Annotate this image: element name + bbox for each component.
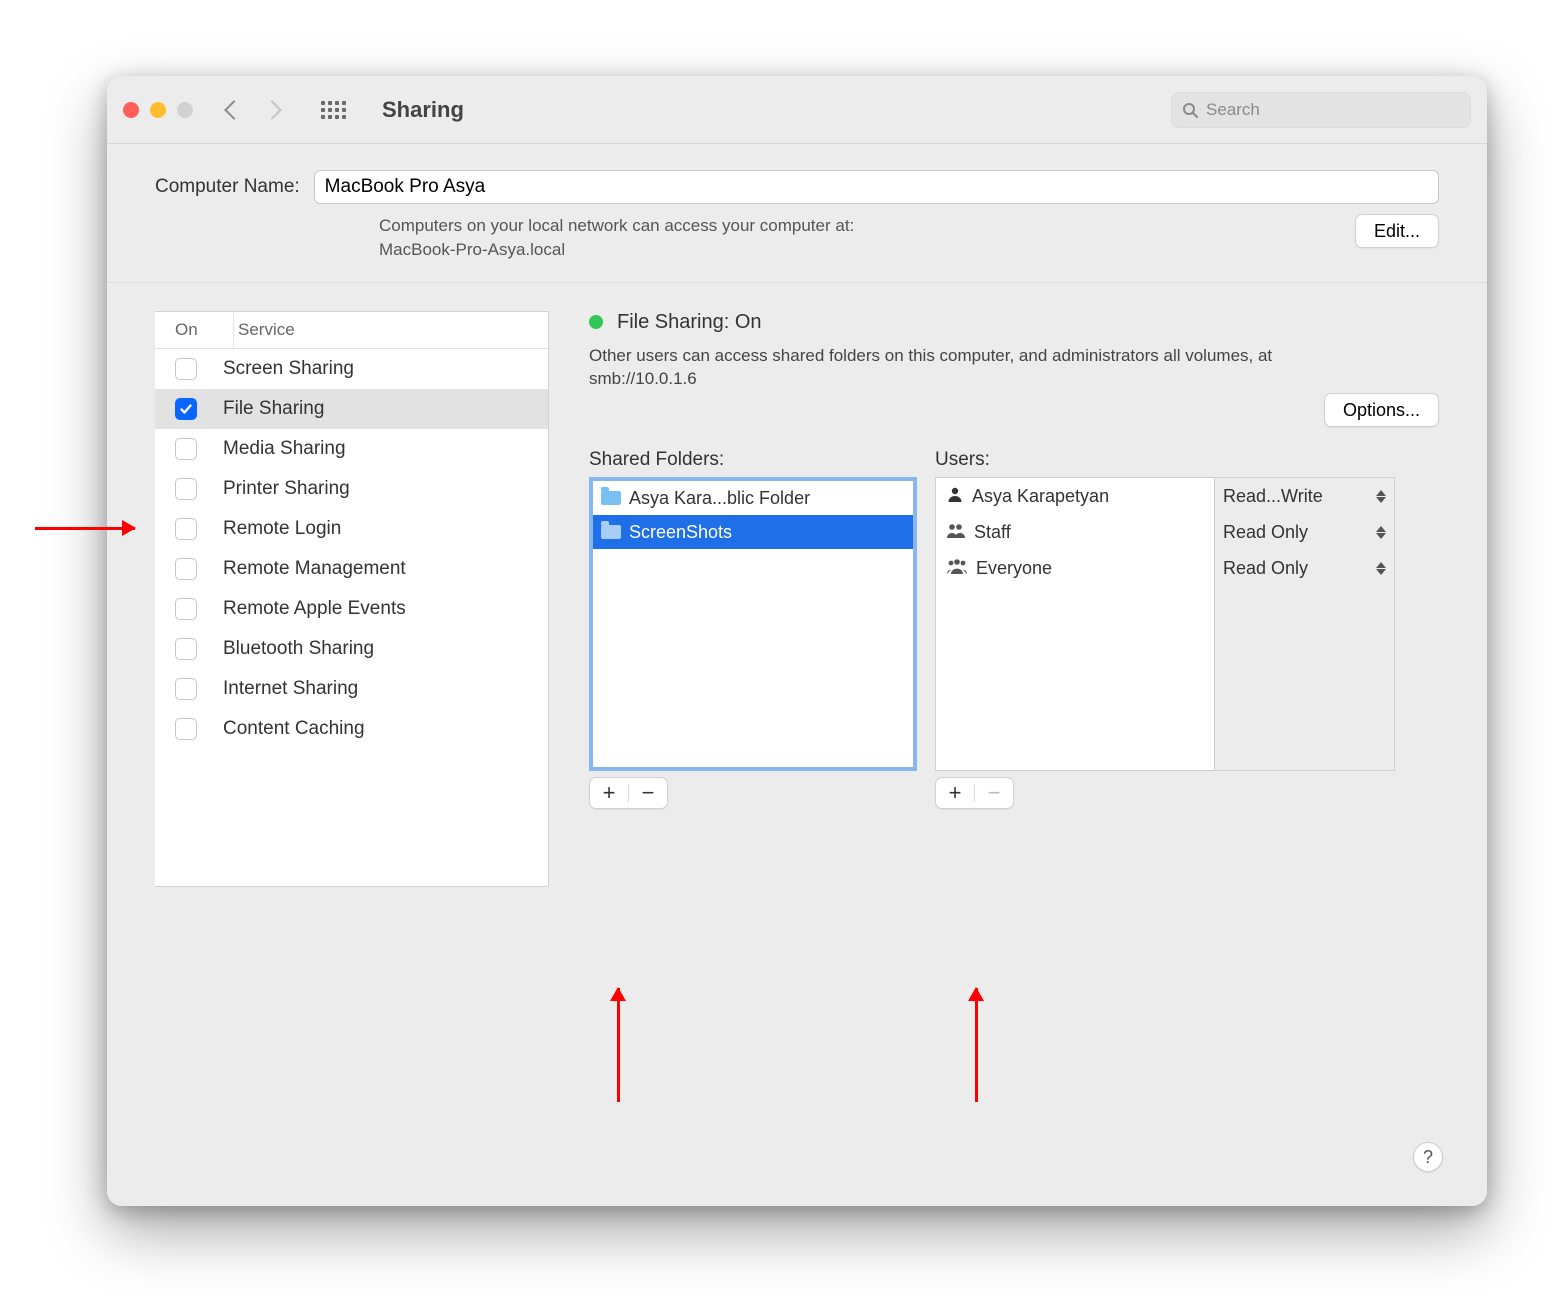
- page-title: Sharing: [382, 97, 464, 123]
- search-input[interactable]: Search: [1171, 92, 1471, 128]
- sidebar-item[interactable]: Internet Sharing: [155, 669, 548, 709]
- services-list: Screen Sharing File Sharing Media Sharing P…: [155, 349, 548, 749]
- sidebar-item[interactable]: File Sharing: [155, 389, 548, 429]
- person-icon: [946, 485, 964, 508]
- computer-name-label: Computer Name:: [155, 176, 304, 198]
- permission-label: Read Only: [1223, 558, 1308, 579]
- sidebar-item[interactable]: Remote Login: [155, 509, 548, 549]
- services-col-on: On: [155, 312, 233, 348]
- edit-button[interactable]: Edit...: [1355, 214, 1439, 248]
- chevron-updown-icon: [1376, 562, 1386, 575]
- service-checkbox[interactable]: [175, 398, 197, 420]
- service-checkbox[interactable]: [175, 638, 197, 660]
- folder-row[interactable]: Asya Kara...blic Folder: [593, 481, 913, 515]
- nav-arrows: [227, 103, 279, 117]
- folder-icon: [601, 491, 621, 505]
- users-list[interactable]: Asya Karapetyan Staff Everyone: [935, 477, 1215, 771]
- status-description: Other users can access shared folders on…: [589, 344, 1349, 392]
- service-label: File Sharing: [223, 398, 324, 420]
- permission-label: Read Only: [1223, 522, 1308, 543]
- shared-folders-label: Shared Folders:: [589, 449, 917, 471]
- service-checkbox[interactable]: [175, 558, 197, 580]
- users-label: Users:: [935, 449, 1395, 471]
- help-button[interactable]: ?: [1413, 1142, 1443, 1172]
- minimize-icon[interactable]: [150, 102, 166, 118]
- sidebar-item[interactable]: Remote Management: [155, 549, 548, 589]
- status-label: File Sharing: On: [617, 311, 762, 334]
- service-label: Media Sharing: [223, 438, 346, 460]
- user-row[interactable]: Staff: [936, 514, 1214, 550]
- folder-icon: [601, 525, 621, 539]
- service-label: Remote Management: [223, 558, 406, 580]
- service-checkbox[interactable]: [175, 438, 197, 460]
- add-folder-button[interactable]: +: [590, 778, 628, 808]
- permission-label: Read...Write: [1223, 486, 1323, 507]
- header-area: Computer Name: Computers on your local n…: [107, 144, 1487, 282]
- forward-button: [262, 100, 282, 120]
- permission-selector[interactable]: Read Only: [1215, 514, 1394, 550]
- sidebar-item[interactable]: Content Caching: [155, 709, 548, 749]
- add-user-button[interactable]: +: [936, 778, 974, 808]
- chevron-updown-icon: [1376, 526, 1386, 539]
- remove-user-button: −: [975, 778, 1013, 808]
- sidebar-item[interactable]: Media Sharing: [155, 429, 548, 469]
- user-label: Everyone: [976, 558, 1052, 579]
- permissions-list: Read...Write Read Only Read Only: [1215, 477, 1395, 771]
- services-col-service: Service: [233, 312, 548, 348]
- services-sidebar: On Service Screen Sharing File Sharing Med…: [155, 311, 549, 887]
- sidebar-item[interactable]: Screen Sharing: [155, 349, 548, 389]
- service-label: Remote Apple Events: [223, 598, 406, 620]
- permission-selector[interactable]: Read...Write: [1215, 478, 1394, 514]
- search-placeholder: Search: [1206, 100, 1260, 120]
- shared-folders-plusminus: + −: [589, 777, 668, 809]
- sharing-preferences-window: Sharing Search Computer Name: Computers …: [107, 76, 1487, 1206]
- options-button[interactable]: Options...: [1324, 393, 1439, 427]
- permission-selector[interactable]: Read Only: [1215, 550, 1394, 586]
- service-label: Bluetooth Sharing: [223, 638, 374, 660]
- service-checkbox[interactable]: [175, 478, 197, 500]
- user-label: Asya Karapetyan: [972, 486, 1109, 507]
- service-label: Screen Sharing: [223, 358, 354, 380]
- service-label: Content Caching: [223, 718, 365, 740]
- group-icon: [946, 557, 968, 580]
- close-icon[interactable]: [123, 102, 139, 118]
- sidebar-item[interactable]: Printer Sharing: [155, 469, 548, 509]
- pair-icon: [946, 521, 966, 544]
- window-controls: [123, 102, 193, 118]
- sidebar-item[interactable]: Bluetooth Sharing: [155, 629, 548, 669]
- service-checkbox[interactable]: [175, 598, 197, 620]
- users-plusminus: + −: [935, 777, 1014, 809]
- toolbar: Sharing Search: [107, 76, 1487, 144]
- user-row[interactable]: Asya Karapetyan: [936, 478, 1214, 514]
- service-checkbox[interactable]: [175, 678, 197, 700]
- computer-name-input[interactable]: [314, 170, 1439, 204]
- service-label: Printer Sharing: [223, 478, 350, 500]
- service-checkbox[interactable]: [175, 358, 197, 380]
- service-checkbox[interactable]: [175, 718, 197, 740]
- shared-folders-section: Shared Folders: Asya Kara...blic Folder S…: [589, 449, 917, 809]
- shared-folders-list[interactable]: Asya Kara...blic Folder ScreenShots: [589, 477, 917, 771]
- sidebar-item[interactable]: Remote Apple Events: [155, 589, 548, 629]
- back-button[interactable]: [224, 100, 244, 120]
- folder-row[interactable]: ScreenShots: [593, 515, 913, 549]
- service-checkbox[interactable]: [175, 518, 197, 540]
- show-all-button[interactable]: [321, 101, 346, 119]
- maximize-icon: [177, 102, 193, 118]
- right-panel: File Sharing: On Other users can access …: [589, 311, 1439, 1166]
- folder-label: Asya Kara...blic Folder: [629, 488, 810, 509]
- folder-label: ScreenShots: [629, 522, 732, 543]
- user-label: Staff: [974, 522, 1011, 543]
- chevron-updown-icon: [1376, 490, 1386, 503]
- computer-name-hint: Computers on your local network can acce…: [379, 214, 1345, 262]
- search-icon: [1182, 102, 1198, 118]
- status-dot-icon: [589, 315, 603, 329]
- remove-folder-button[interactable]: −: [629, 778, 667, 808]
- user-row[interactable]: Everyone: [936, 550, 1214, 586]
- service-label: Remote Login: [223, 518, 341, 540]
- users-section: Users: Asya Karapetyan Staff Everyone Read…: [935, 449, 1395, 809]
- content-area: On Service Screen Sharing File Sharing Med…: [107, 282, 1487, 1206]
- service-label: Internet Sharing: [223, 678, 358, 700]
